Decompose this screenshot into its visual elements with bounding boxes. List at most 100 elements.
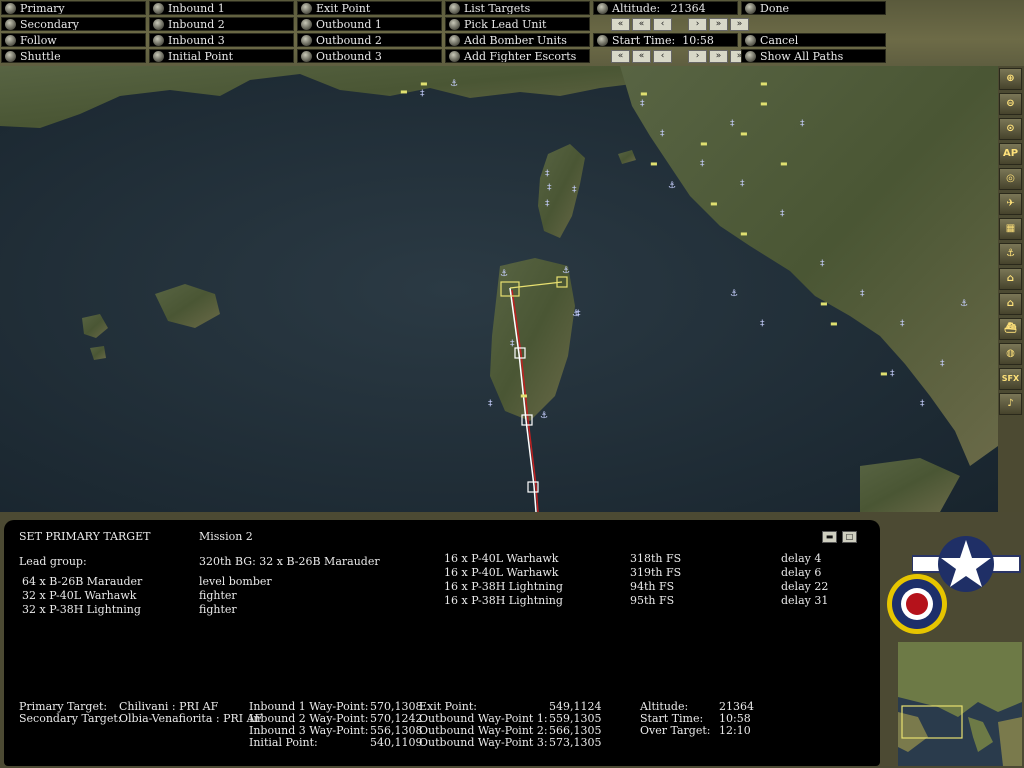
svg-text:▬: ▬ — [700, 139, 708, 148]
step-increase-icon[interactable]: › — [688, 18, 707, 31]
compass-icon[interactable]: ◍ — [999, 343, 1022, 365]
target-icon[interactable]: ◎ — [999, 168, 1022, 190]
initial-point-button[interactable]: Initial Point — [149, 49, 294, 63]
svg-text:‡: ‡ — [760, 319, 765, 329]
unit-role: fighter — [199, 589, 237, 602]
svg-text:▬: ▬ — [710, 199, 718, 208]
svg-text:⚓: ⚓ — [562, 266, 570, 276]
minimap[interactable] — [898, 642, 1022, 766]
radio-knob-icon — [449, 51, 460, 62]
altitude-field[interactable]: Altitude: 21364 — [593, 1, 738, 15]
ap-icon[interactable]: AP — [999, 143, 1022, 165]
factory-icon[interactable]: ⌂ — [999, 268, 1022, 290]
svg-text:‡: ‡ — [740, 179, 745, 189]
done-button[interactable]: Done — [741, 1, 886, 15]
unit-quantity: 32 x P-38H Lightning — [22, 603, 141, 616]
svg-text:⚓: ⚓ — [668, 181, 676, 191]
unit-quantity: 32 x P-40L Warhawk — [22, 589, 137, 602]
list-targets-button[interactable]: List Targets — [445, 1, 590, 15]
secondary-target-value: Olbia-Venafiorita : PRI AF — [119, 712, 263, 725]
primary-button[interactable]: Primary — [1, 1, 146, 15]
decrease-icon[interactable]: « — [632, 18, 651, 31]
svg-text:‡: ‡ — [940, 359, 945, 369]
cancel-button[interactable]: Cancel — [741, 33, 886, 47]
svg-text:‡: ‡ — [545, 169, 550, 179]
secondary-button[interactable]: Secondary — [1, 17, 146, 31]
add-fighter-escorts-button[interactable]: Add Fighter Escorts — [445, 49, 590, 63]
decrease-icon[interactable]: « — [632, 50, 651, 63]
rail-icon[interactable]: ▦ — [999, 218, 1022, 240]
music-icon[interactable]: ♪ — [999, 393, 1022, 415]
escort-squadron: 318th FS — [630, 552, 682, 565]
radio-knob-icon — [745, 35, 756, 46]
svg-text:‡: ‡ — [640, 99, 645, 109]
building-icon[interactable]: ⌂ — [999, 293, 1022, 315]
lead-group-label: Lead group: — [19, 555, 87, 568]
inbound-2-button[interactable]: Inbound 2 — [149, 17, 294, 31]
mission-number: Mission 2 — [199, 530, 253, 543]
radio-knob-icon — [153, 51, 164, 62]
follow-button[interactable]: Follow — [1, 33, 146, 47]
svg-text:‡: ‡ — [547, 183, 552, 193]
waypoint-label: Outbound Way-Point 3: — [419, 736, 548, 749]
fast-increase-icon[interactable]: » — [730, 18, 749, 31]
inbound-1-button[interactable]: Inbound 1 — [149, 1, 294, 15]
minimize-icon[interactable]: ▬ — [822, 531, 837, 543]
svg-text:▬: ▬ — [640, 89, 648, 98]
ship-icon[interactable]: ⛴ — [999, 318, 1022, 340]
secondary-target-label: Secondary Target: — [19, 712, 122, 725]
escort-delay: delay 31 — [781, 594, 829, 607]
outbound-2-button[interactable]: Outbound 2 — [297, 33, 442, 47]
step-decrease-icon[interactable]: ‹ — [653, 50, 672, 63]
svg-text:▬: ▬ — [740, 229, 748, 238]
mission-info-box: SET PRIMARY TARGET Mission 2 ▬ □ Lead gr… — [4, 520, 880, 766]
sfx-icon[interactable]: SFX — [999, 368, 1022, 390]
outbound-1-button[interactable]: Outbound 1 — [297, 17, 442, 31]
escort-delay: delay 6 — [781, 566, 822, 579]
unit-role: level bomber — [199, 575, 272, 588]
waypoint-value: 573,1305 — [549, 736, 602, 749]
escort-unit: 16 x P-40L Warhawk — [444, 566, 559, 579]
radio-knob-icon — [153, 3, 164, 14]
zoom-out-icon[interactable]: ⊖ — [999, 93, 1022, 115]
svg-text:‡: ‡ — [920, 399, 925, 409]
svg-text:⚓: ⚓ — [960, 299, 968, 309]
fast-decrease-icon[interactable]: « — [611, 50, 630, 63]
zoom-in-icon[interactable]: ⊕ — [999, 68, 1022, 90]
maximize-icon[interactable]: □ — [842, 531, 857, 543]
map-canvas[interactable]: ‡‡‡ ‡⚓⚓ ‡‡⚓ ⚓‡‡ ‡‡‡ ‡‡‡ ‡‡‡ ‡‡ ‡ ‡⚓⚓ ⚓‡⚓ … — [0, 66, 998, 512]
svg-text:▬: ▬ — [650, 159, 658, 168]
radio-knob-icon — [745, 3, 756, 14]
port-icon[interactable]: ⚓ — [999, 243, 1022, 265]
show-all-paths-button[interactable]: Show All Paths — [741, 49, 886, 63]
pick-lead-unit-button[interactable]: Pick Lead Unit — [445, 17, 590, 31]
add-bomber-units-button[interactable]: Add Bomber Units — [445, 33, 590, 47]
radio-knob-icon — [449, 3, 460, 14]
panel-title: SET PRIMARY TARGET — [19, 530, 151, 543]
inbound-3-button[interactable]: Inbound 3 — [149, 33, 294, 47]
svg-text:▬: ▬ — [820, 299, 828, 308]
svg-text:⚓: ⚓ — [450, 79, 458, 89]
shuttle-button[interactable]: Shuttle — [1, 49, 146, 63]
unit-quantity: 64 x B-26B Marauder — [22, 575, 143, 588]
airfield-icon[interactable]: ✈ — [999, 193, 1022, 215]
radio-knob-icon — [449, 19, 460, 30]
svg-text:▬: ▬ — [400, 87, 408, 96]
campaign-map[interactable]: ‡ ‡ ‡ ‡ ⚓ ⚓ ‡ ‡ ⚓ ⚓ ‡ ‡ ‡ ‡ ‡ ‡ ‡ ‡ ‡ ‡ ‡ ‡ ‡ ‡ ‡ ⚓ ⚓ ⚓ ‡ ⚓ … — [0, 66, 998, 512]
exit-point-button[interactable]: Exit Point — [297, 1, 442, 15]
step-increase-icon[interactable]: › — [688, 50, 707, 63]
radio-knob-icon — [5, 3, 16, 14]
center-icon[interactable]: ⊙ — [999, 118, 1022, 140]
increase-icon[interactable]: » — [709, 50, 728, 63]
svg-text:‡: ‡ — [572, 185, 577, 195]
outbound-3-button[interactable]: Outbound 3 — [297, 49, 442, 63]
svg-text:⚓: ⚓ — [540, 411, 548, 421]
altitude-stepper[interactable]: « « ‹ › » » — [611, 18, 749, 31]
start-time-field[interactable]: Start Time: 10:58 — [593, 33, 738, 47]
svg-text:▬: ▬ — [760, 79, 768, 88]
step-decrease-icon[interactable]: ‹ — [653, 18, 672, 31]
start-time-stepper[interactable]: « « ‹ › » » — [611, 50, 749, 63]
increase-icon[interactable]: » — [709, 18, 728, 31]
waypoint-value: 540,1109 — [370, 736, 423, 749]
fast-decrease-icon[interactable]: « — [611, 18, 630, 31]
